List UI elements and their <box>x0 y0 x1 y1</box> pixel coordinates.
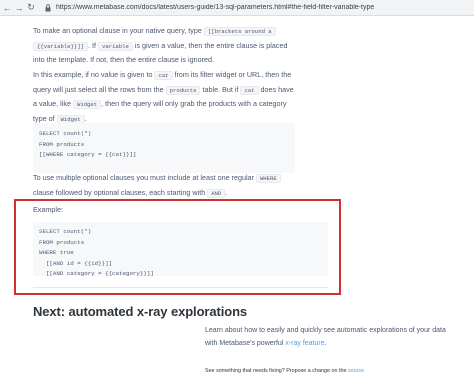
next-section-text: Learn about how to easily and quickly se… <box>205 327 446 347</box>
inline-code: {{variable}}]] <box>33 41 88 51</box>
inline-code: products <box>165 85 201 95</box>
multiple-clauses-paragraph: To use multiple optional clauses you mus… <box>33 171 295 200</box>
url-field[interactable]: https://www.metabase.com/docs/latest/use… <box>56 4 374 11</box>
lock-icon[interactable] <box>42 1 54 15</box>
inline-code: [[brackets around a <box>203 27 276 36</box>
x-ray-feature-link[interactable]: x-ray feature <box>285 340 324 347</box>
inline-code: variable <box>98 41 133 51</box>
footer-edit-note: See something that needs fixing? Propose… <box>205 368 365 374</box>
inline-code: cat <box>154 71 173 80</box>
reload-icon[interactable]: ↻ <box>26 1 36 15</box>
browser-address-bar: ← → ↻ https://www.metabase.com/docs/late… <box>0 0 474 16</box>
example-code-block: SELECT count(*) FROM products WHERE true… <box>33 222 328 277</box>
code-block: SELECT count(*) FROM products [[WHERE ca… <box>33 123 295 173</box>
example-paragraph: In this example, if no value is given to… <box>33 70 294 124</box>
inline-code: AND <box>207 188 226 198</box>
back-icon[interactable]: ← <box>2 1 12 15</box>
next-section-heading: Next: automated x-ray explorations <box>33 304 248 319</box>
inline-code: Widget <box>72 100 102 109</box>
source-link[interactable]: source <box>348 368 364 374</box>
inline-code: WHERE <box>255 174 281 183</box>
example-label: Example: <box>33 205 63 214</box>
divider <box>33 287 328 288</box>
optional-clause-paragraph: To make an optional clause in your nativ… <box>33 26 288 64</box>
forward-icon[interactable]: → <box>14 1 24 15</box>
inline-code: cat <box>240 85 259 95</box>
